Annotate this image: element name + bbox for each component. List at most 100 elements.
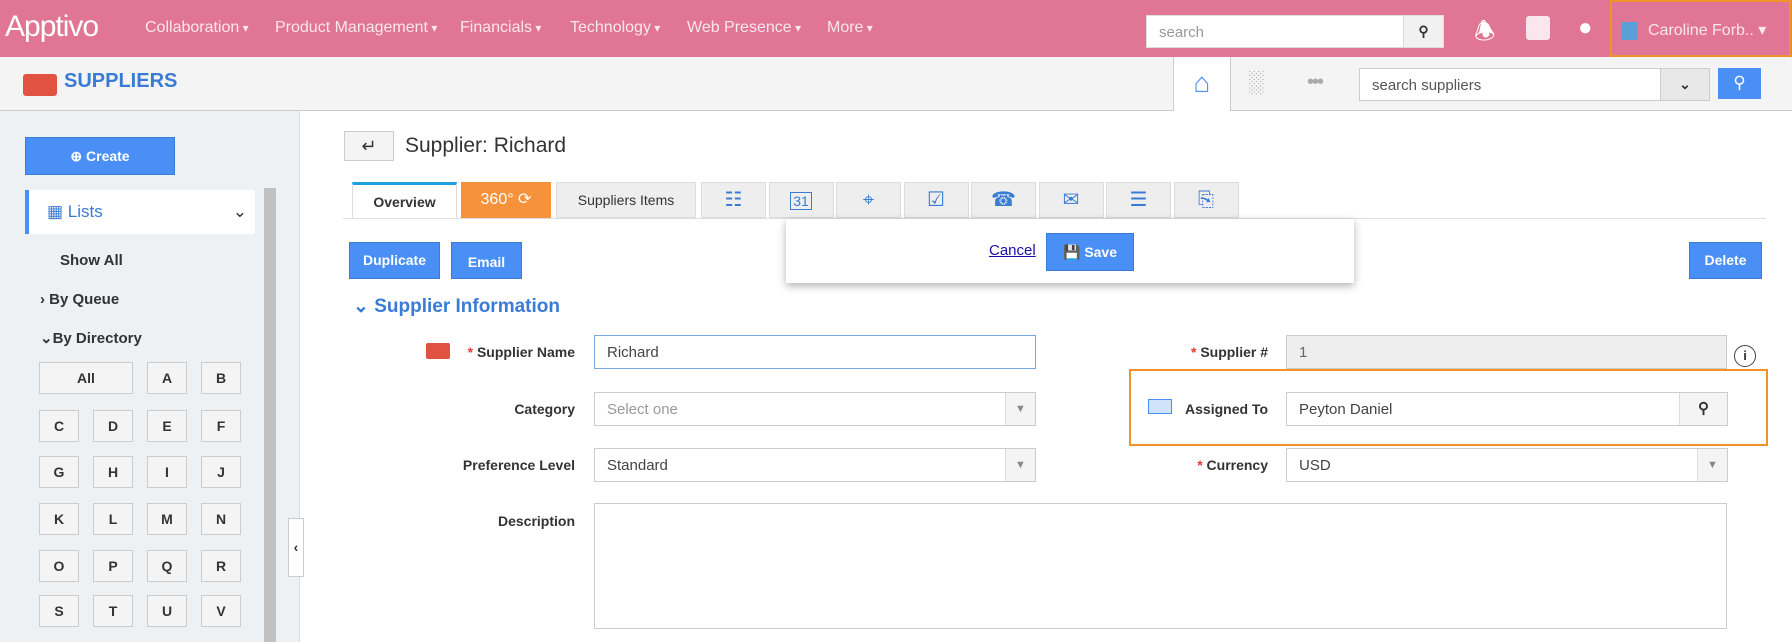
store-icon[interactable] xyxy=(1526,16,1550,40)
save-button[interactable]: 💾 Save xyxy=(1046,233,1134,271)
more-icon[interactable]: ••• xyxy=(1307,71,1324,94)
letter-filter-l[interactable]: L xyxy=(93,503,133,535)
search-icon[interactable]: ⚲ xyxy=(1679,393,1727,425)
letter-filter-t[interactable]: T xyxy=(93,595,133,627)
calendar-icon: 31 xyxy=(790,192,812,210)
letter-filter-u[interactable]: U xyxy=(147,595,187,627)
email-button[interactable]: Email xyxy=(451,242,522,279)
letter-filter-b[interactable]: B xyxy=(201,362,241,394)
supplier-number-input: 1 xyxy=(1286,335,1727,369)
global-search-button[interactable]: ⚲ xyxy=(1403,15,1444,48)
preference-level-label: Preference Level xyxy=(462,457,575,473)
supplier-name-label: * Supplier Name xyxy=(467,344,575,360)
lists-menu[interactable]: ▦ Lists ⌄ xyxy=(25,190,255,234)
letter-filter-all[interactable]: All xyxy=(39,362,133,394)
avatar xyxy=(1622,21,1638,40)
save-popup: Cancel 💾 Save xyxy=(786,219,1354,283)
tab-calendar[interactable]: 31 xyxy=(768,182,834,218)
letter-filter-a[interactable]: A xyxy=(147,362,187,394)
by-directory[interactable]: ⌄By Directory xyxy=(40,329,142,347)
bell-icon[interactable]: 🕭 xyxy=(1474,14,1495,55)
global-search-input[interactable]: search xyxy=(1146,15,1404,48)
form-icon: ☷ xyxy=(724,189,743,211)
tab-360[interactable]: 360° ⟳ xyxy=(461,182,551,218)
app-title: SUPPLIERS xyxy=(64,70,178,92)
letter-filter-f[interactable]: F xyxy=(201,410,241,442)
info-icon[interactable]: i xyxy=(1734,345,1756,367)
cancel-link[interactable]: Cancel xyxy=(989,242,1036,259)
letter-filter-m[interactable]: M xyxy=(147,503,187,535)
letter-filter-i[interactable]: I xyxy=(147,456,187,488)
nav-more[interactable]: More xyxy=(827,19,873,37)
letter-filter-d[interactable]: D xyxy=(93,410,133,442)
letter-filter-n[interactable]: N xyxy=(201,503,241,535)
letter-filter-v[interactable]: V xyxy=(201,595,241,627)
category-label: Category xyxy=(514,401,575,417)
nav-product-management[interactable]: Product Management xyxy=(275,19,437,37)
user-menu[interactable]: Caroline Forb.. ▾ xyxy=(1610,0,1791,57)
chevron-down-icon: ▼ xyxy=(1005,449,1035,481)
apptivo-logo[interactable]: Apptivo xyxy=(5,10,99,44)
letter-filter-e[interactable]: E xyxy=(147,410,187,442)
letter-filter-j[interactable]: J xyxy=(201,456,241,488)
description-label: Description xyxy=(497,513,575,529)
tab-notes[interactable]: ☰ xyxy=(1106,182,1171,218)
tab-attachment[interactable]: ⎘ xyxy=(1173,182,1239,218)
supplier-name-input[interactable]: Richard xyxy=(594,335,1036,369)
currency-label: * Currency xyxy=(1197,457,1268,473)
sidebar-scrollbar[interactable] xyxy=(264,188,276,642)
app-header: SUPPLIERS ⌂ ░ ••• search suppliers ⌄ ⚲ xyxy=(0,57,1792,111)
nav-technology[interactable]: Technology xyxy=(570,19,660,37)
chevron-down-icon: ▼ xyxy=(1697,449,1727,481)
letter-filter-q[interactable]: Q xyxy=(147,550,187,582)
email-icon: ✉ xyxy=(1062,189,1080,211)
create-button[interactable]: ⊕ Create xyxy=(25,137,175,175)
sidebar: ⊕ Create ▦ Lists ⌄ Show All › By Queue ⌄B… xyxy=(0,111,300,642)
assigned-to-input[interactable]: Peyton Daniel ⚲ xyxy=(1286,392,1728,426)
preference-level-select[interactable]: Standard ▼ xyxy=(594,448,1036,482)
chart-icon[interactable]: ░ xyxy=(1248,69,1264,95)
collapse-sidebar-button[interactable]: ‹ xyxy=(288,518,304,577)
currency-select[interactable]: USD ▼ xyxy=(1286,448,1728,482)
duplicate-button[interactable]: Duplicate xyxy=(349,242,440,279)
letter-filter-o[interactable]: O xyxy=(39,550,79,582)
letter-filter-k[interactable]: K xyxy=(39,503,79,535)
letter-filter-r[interactable]: R xyxy=(201,550,241,582)
letter-filter-c[interactable]: C xyxy=(39,410,79,442)
nav-web-presence[interactable]: Web Presence xyxy=(687,19,801,37)
nav-collaboration[interactable]: Collaboration xyxy=(145,19,249,37)
apps-icon[interactable]: ● xyxy=(1578,14,1593,42)
top-bar: Apptivo Collaboration Product Management… xyxy=(0,0,1792,57)
tab-email[interactable]: ✉ xyxy=(1038,182,1104,218)
tab-suppliers-items[interactable]: Suppliers Items xyxy=(556,182,696,218)
tab-task[interactable]: ☑ xyxy=(903,182,969,218)
contact-card-icon xyxy=(1148,399,1172,414)
supplier-number-label: * Supplier # xyxy=(1190,344,1268,360)
by-queue[interactable]: › By Queue xyxy=(40,291,119,308)
home-icon[interactable]: ⌂ xyxy=(1173,57,1231,111)
letter-filter-g[interactable]: G xyxy=(39,456,79,488)
save-icon: 💾 xyxy=(1062,244,1081,260)
section-supplier-information[interactable]: ⌄ Supplier Information xyxy=(353,295,560,318)
supplier-search-button[interactable]: ⚲ xyxy=(1718,68,1761,99)
phone-icon: ☎ xyxy=(991,189,1016,211)
letter-filter-s[interactable]: S xyxy=(39,595,79,627)
category-select[interactable]: Select one ▼ xyxy=(594,392,1036,426)
delete-button[interactable]: Delete xyxy=(1689,242,1762,279)
notes-icon: ☰ xyxy=(1129,189,1148,211)
search-filter-dropdown[interactable]: ⌄ xyxy=(1660,68,1710,101)
task-icon: ☑ xyxy=(927,189,945,211)
description-textarea[interactable] xyxy=(594,503,1727,629)
tab-phone[interactable]: ☎ xyxy=(971,182,1036,218)
show-all[interactable]: Show All xyxy=(60,252,123,269)
letter-filter-h[interactable]: H xyxy=(93,456,133,488)
chevron-down-icon: ▼ xyxy=(1005,393,1035,425)
back-button[interactable]: ↵ xyxy=(344,131,394,161)
tab-overview[interactable]: Overview xyxy=(352,182,457,218)
list-icon: ▦ xyxy=(47,202,64,221)
nav-financials[interactable]: Financials xyxy=(460,19,541,37)
letter-filter-p[interactable]: P xyxy=(93,550,133,582)
supplier-search-input[interactable]: search suppliers xyxy=(1359,68,1661,101)
tab-form[interactable]: ☷ xyxy=(701,182,766,218)
tab-pin[interactable]: ⌖ xyxy=(836,182,901,218)
